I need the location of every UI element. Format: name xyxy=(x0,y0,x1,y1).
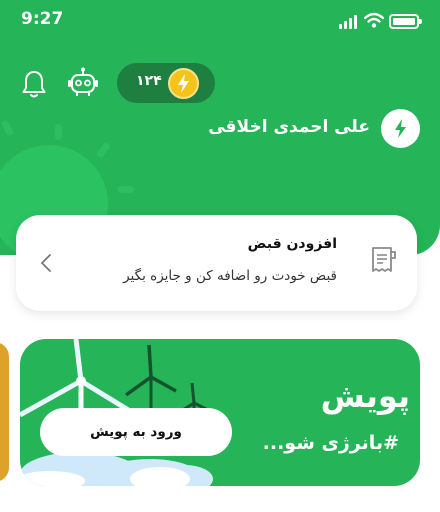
wifi-icon xyxy=(364,12,384,28)
signal-icon xyxy=(339,15,359,29)
robot-icon[interactable] xyxy=(67,67,99,99)
decorative-ray xyxy=(55,124,62,140)
bill-icon xyxy=(372,247,396,272)
points-pill[interactable]: ۱۲۴ xyxy=(117,63,215,103)
battery-icon xyxy=(389,14,422,29)
add-bill-subtitle: قبض خودت رو اضافه کن و جایزه بگیر xyxy=(123,268,337,284)
chevron-left-icon[interactable] xyxy=(40,253,52,273)
campaign-banner[interactable]: پویش #بانرژی شو... ورود به پویش xyxy=(20,339,420,486)
add-bill-title: افزودن قبض xyxy=(247,236,337,252)
lightning-coin-icon xyxy=(168,68,199,99)
banner-hashtag: #بانرژی شو... xyxy=(262,432,399,454)
decorative-ray xyxy=(96,141,111,159)
decorative-ray xyxy=(118,186,134,193)
previous-banner-peek[interactable] xyxy=(0,342,9,482)
bell-icon[interactable] xyxy=(21,69,47,99)
lightning-badge-icon[interactable] xyxy=(381,109,420,148)
points-value: ۱۲۴ xyxy=(136,73,162,89)
status-time: 9:27 xyxy=(21,9,64,29)
decorative-ray xyxy=(0,119,15,137)
enter-campaign-button[interactable]: ورود به پویش xyxy=(40,408,232,456)
add-bill-card[interactable]: افزودن قبض قبض خودت رو اضافه کن و جایزه … xyxy=(16,215,417,311)
banner-title: پویش xyxy=(320,377,410,415)
user-name: علی احمدی اخلاقی xyxy=(208,117,370,137)
status-bar: 9:27 xyxy=(0,0,440,40)
